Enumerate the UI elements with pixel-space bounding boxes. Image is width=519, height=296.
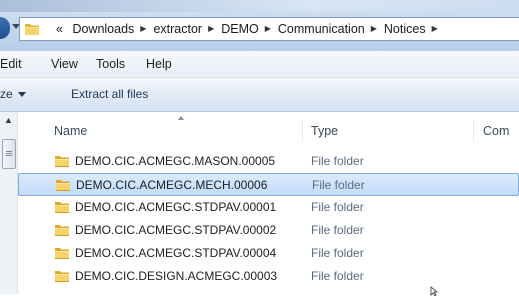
file-row[interactable]: DEMO.CIC.ACMEGC.MECH.00006 File folder (18, 173, 519, 196)
column-type[interactable]: Type (311, 124, 338, 138)
menu-edit[interactable]: Edit (0, 51, 22, 77)
address-bar-area: « ▶ Downloads ▶ extractor ▶ DEMO ▶ Communicatio… (0, 0, 519, 51)
file-name: DEMO.CIC.ACMEGC.MECH.00006 (76, 178, 268, 192)
scroll-up-icon[interactable]: ▲ (0, 112, 17, 129)
breadcrumb-separator-icon[interactable]: ▶ (432, 18, 438, 40)
folder-icon (55, 202, 69, 213)
chevron-down-icon (17, 92, 26, 98)
file-row[interactable]: DEMO.CIC.ACMEGC.STDPAV.00001 File folder (18, 196, 519, 219)
mouse-cursor-icon (430, 286, 439, 296)
breadcrumb: « ▶ Downloads ▶ extractor ▶ DEMO ▶ Communicatio… (56, 18, 445, 40)
file-type: File folder (312, 178, 365, 192)
file-type: File folder (311, 200, 364, 214)
breadcrumb-item[interactable]: Notices (384, 18, 426, 40)
folder-icon (56, 180, 70, 191)
extract-all-files-button[interactable]: Extract all files (71, 78, 148, 111)
column-header: Name Type Com (18, 112, 519, 150)
menu-tools[interactable]: Tools (96, 51, 125, 77)
breadcrumb-overflow-button[interactable]: « (56, 18, 63, 40)
breadcrumb-separator-icon[interactable]: ▶ (371, 18, 377, 40)
file-name: DEMO.CIC.ACMEGC.MASON.00005 (75, 154, 276, 168)
column-name[interactable]: Name (54, 124, 87, 138)
breadcrumb-item[interactable]: DEMO (221, 18, 259, 40)
grip-line (6, 155, 12, 156)
breadcrumb-item[interactable]: Communication (278, 18, 365, 40)
grip-line (6, 153, 12, 154)
file-row[interactable]: DEMO.CIC.DESIGN.ACMEGC.00003 File folder (18, 265, 519, 288)
menu-view[interactable]: View (51, 51, 78, 77)
organize-label: ze (0, 87, 13, 101)
file-name: DEMO.CIC.DESIGN.ACMEGC.00003 (75, 269, 278, 283)
file-row[interactable]: DEMO.CIC.ACMEGC.MASON.00005 File folder (18, 150, 519, 173)
file-name: DEMO.CIC.ACMEGC.STDPAV.00001 (75, 200, 277, 214)
column-divider[interactable] (302, 120, 303, 142)
navigation-pane-scrollbar[interactable]: ▲ (0, 112, 18, 294)
column-comments[interactable]: Com (483, 124, 509, 138)
file-row[interactable]: DEMO.CIC.ACMEGC.STDPAV.00004 File folder (18, 242, 519, 265)
file-type: File folder (311, 154, 364, 168)
breadcrumb-separator-icon[interactable]: ▶ (265, 18, 271, 40)
organize-button[interactable]: ze (0, 78, 26, 111)
file-type: File folder (311, 223, 364, 237)
file-name: DEMO.CIC.ACMEGC.STDPAV.00004 (75, 246, 277, 260)
address-bar[interactable]: « ▶ Downloads ▶ extractor ▶ DEMO ▶ Communicatio… (19, 17, 519, 41)
menu-help[interactable]: Help (146, 51, 172, 77)
file-row[interactable]: DEMO.CIC.ACMEGC.STDPAV.00002 File folder (18, 219, 519, 242)
grip-line (6, 151, 12, 152)
breadcrumb-item[interactable]: extractor (153, 18, 202, 40)
file-list: DEMO.CIC.ACMEGC.MASON.00005 File folder DE… (18, 150, 519, 288)
folder-icon (55, 271, 69, 282)
breadcrumb-separator-icon[interactable]: ▶ (208, 18, 214, 40)
back-button[interactable] (0, 17, 10, 39)
title-bar-shadow (0, 0, 519, 12)
folder-icon (55, 225, 69, 236)
scrollbar-thumb[interactable] (2, 139, 16, 169)
sort-ascending-icon (178, 116, 184, 120)
folder-icon (55, 248, 69, 259)
file-type: File folder (311, 246, 364, 260)
file-type: File folder (311, 269, 364, 283)
folder-icon (25, 24, 39, 35)
command-bar: ze Extract all files (0, 78, 519, 112)
folder-icon (55, 156, 69, 167)
menu-bar: Edit View Tools Help (0, 51, 519, 78)
column-divider[interactable] (473, 120, 474, 142)
breadcrumb-separator-icon[interactable]: ▶ (140, 18, 146, 40)
breadcrumb-item[interactable]: Downloads (72, 18, 134, 40)
file-name: DEMO.CIC.ACMEGC.STDPAV.00002 (75, 223, 277, 237)
